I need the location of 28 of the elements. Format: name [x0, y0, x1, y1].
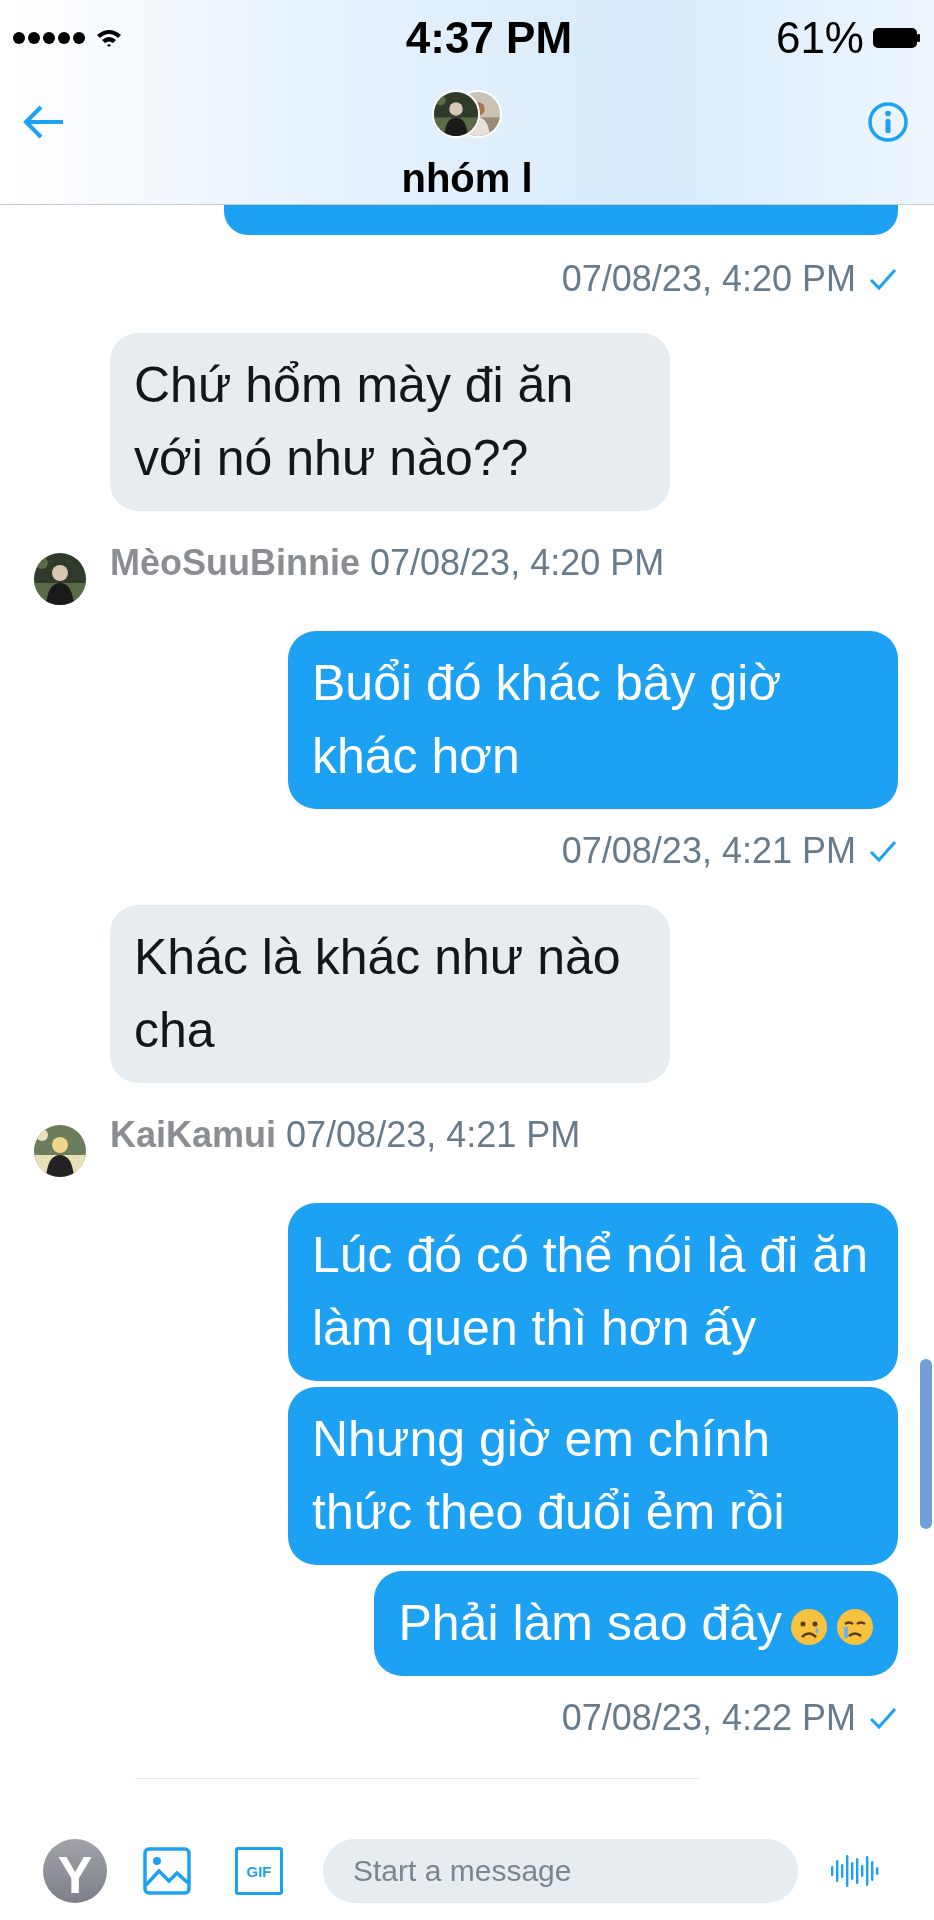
sender-name: KaiKamui — [110, 1113, 277, 1157]
timestamp: 07/08/23, 4:20 PM — [561, 257, 856, 301]
check-icon — [868, 267, 898, 291]
status-time: 4:37 PM — [405, 13, 573, 63]
check-icon — [868, 839, 898, 863]
message-bubble: Phải làm sao đây — [374, 1571, 898, 1676]
message-bubble: Nhưng giờ em chính thức theo đuổi ẻm rồi — [288, 1387, 898, 1565]
message-input[interactable]: Start a message — [323, 1839, 798, 1903]
check-icon — [868, 1706, 898, 1730]
battery-percent: 61% — [775, 13, 864, 63]
message-bubble: Lúc đó có thể nói là đi ăn làm quen thì hơn ấy — [288, 1203, 898, 1381]
sender-name: MèoSuuBinnie — [110, 541, 360, 585]
battery-icon — [872, 26, 920, 50]
signal-icon — [12, 31, 86, 45]
image-icon — [143, 1847, 191, 1895]
message-bubble: Buổi đó khác bây giờ khác hơn — [288, 631, 898, 809]
info-icon — [867, 101, 909, 143]
timestamp: 07/08/23, 4:21 PM — [561, 829, 856, 873]
message-bubble: Khác là khác như nào cha — [110, 905, 670, 1083]
user-avatar[interactable]: Y — [43, 1839, 107, 1903]
timestamp: 07/08/23, 4:22 PM — [561, 1696, 856, 1740]
message-bubble: Chứ hổm mày đi ăn với nó như nào?? — [110, 333, 670, 511]
timestamp: 07/08/23, 4:20 PM — [370, 541, 665, 585]
group-avatar[interactable] — [432, 90, 502, 138]
conversation-title: nhóm l — [401, 156, 533, 200]
wifi-icon — [96, 28, 122, 48]
back-arrow-icon — [23, 104, 65, 140]
timestamp: 07/08/23, 4:21 PM — [286, 1113, 581, 1157]
